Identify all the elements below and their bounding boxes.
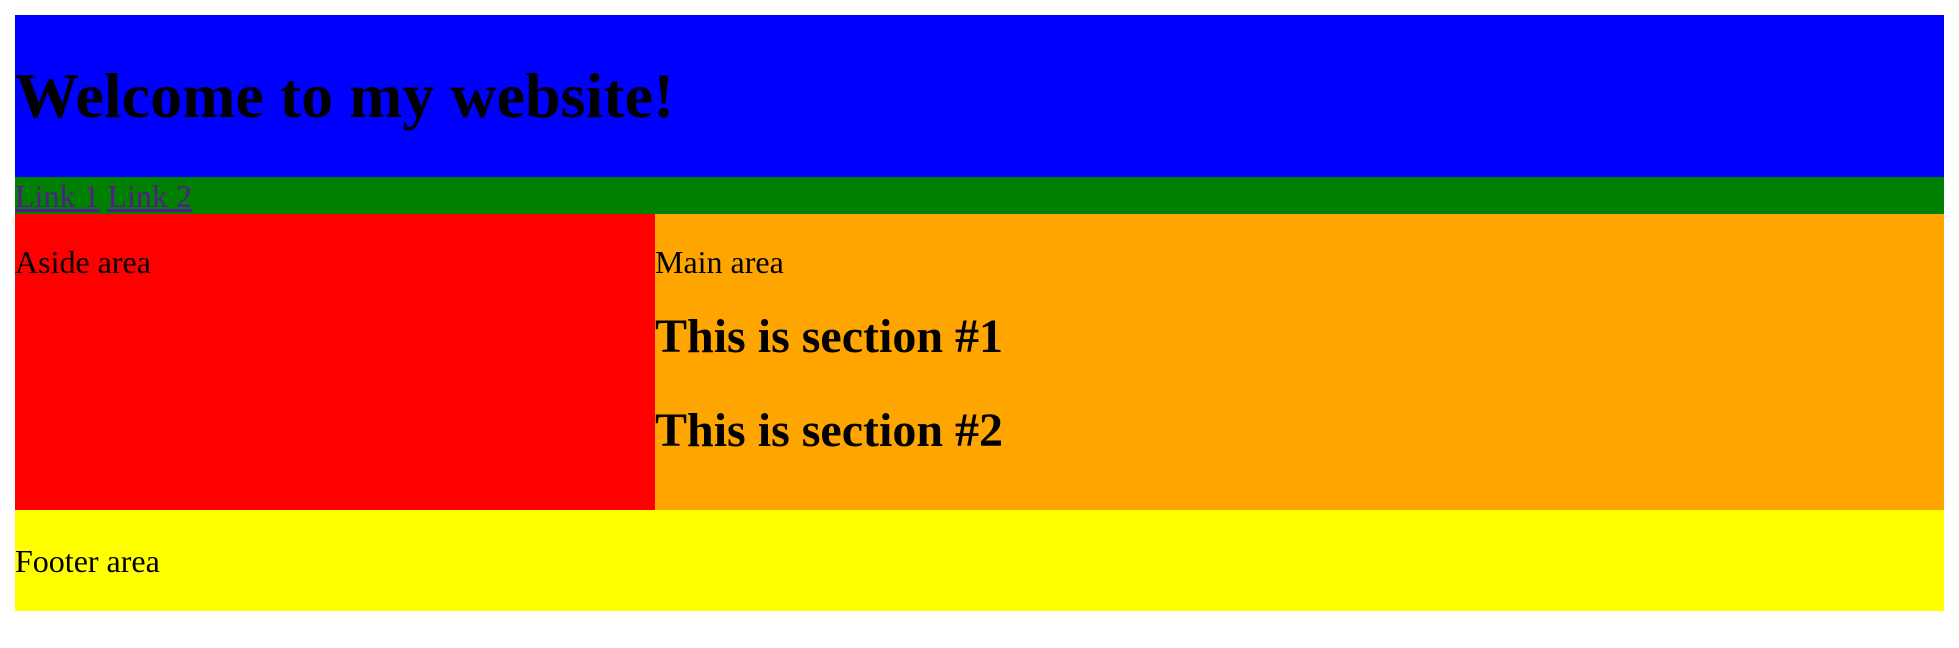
nav-link-1[interactable]: Link 1 xyxy=(15,180,99,212)
aside-area: Aside area xyxy=(15,214,655,510)
content-row: Aside area Main area This is section #1 … xyxy=(15,214,1944,510)
main-area: Main area This is section #1 This is sec… xyxy=(655,214,1944,510)
footer-label: Footer area xyxy=(15,542,160,579)
site-nav: Link 1 Link 2 xyxy=(15,177,1944,214)
nav-link-2[interactable]: Link 2 xyxy=(107,180,191,212)
section-1-heading: This is section #1 xyxy=(655,310,1004,363)
page-title: Welcome to my website! xyxy=(15,60,675,131)
aside-label: Aside area xyxy=(15,244,151,280)
site-footer: Footer area xyxy=(15,510,1944,611)
page: Welcome to my website! Link 1 Link 2 Asid… xyxy=(15,15,1944,611)
site-header: Welcome to my website! xyxy=(15,15,1944,177)
main-label: Main area xyxy=(655,244,784,280)
section-2-heading: This is section #2 xyxy=(655,404,1004,457)
